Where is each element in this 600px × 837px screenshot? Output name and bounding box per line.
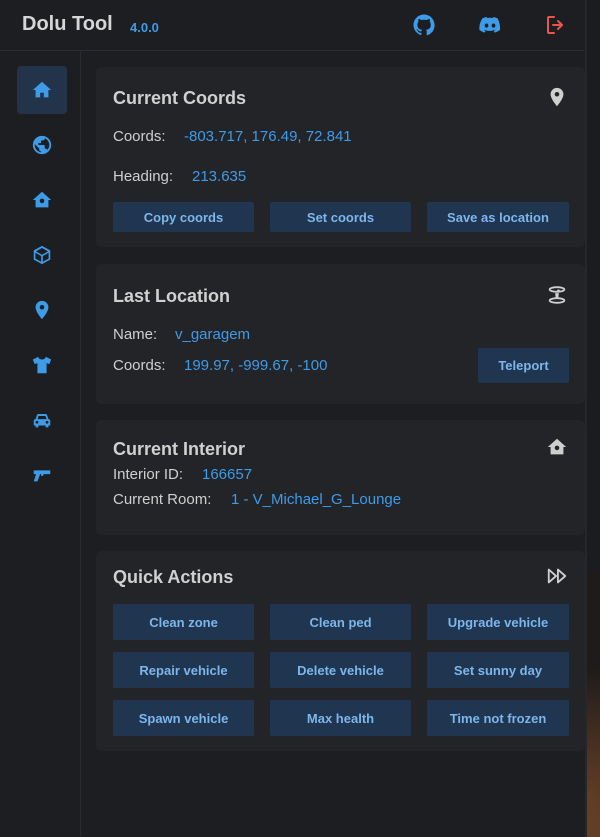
sidebar-item-world[interactable]: [17, 121, 67, 169]
house-icon: [32, 191, 52, 208]
coords-label: Coords:: [113, 128, 166, 145]
header: Dolu Tool 4.0.0: [0, 0, 585, 51]
current-coords-card: Current Coords Coords: -803.717, 176.49,…: [96, 67, 585, 247]
time-not-frozen-button[interactable]: Time not frozen: [427, 700, 569, 736]
last-location-title: Last Location: [113, 286, 231, 306]
sidebar-item-home[interactable]: [17, 66, 67, 114]
last-location-card: Last Location Name: v_garagem Coords: 19…: [96, 264, 585, 404]
location-coords-value: 199.97, -999.67, -100: [184, 357, 328, 374]
tool-window: Dolu Tool 4.0.0 Current Coords Coords: -…: [0, 0, 585, 837]
location-coords-label: Coords:: [113, 357, 166, 374]
set-sunny-day-button[interactable]: Set sunny day: [427, 652, 569, 688]
interior-id-value: 166657: [202, 466, 253, 483]
coords-value: -803.717, 176.49, 72.841: [184, 128, 352, 145]
upgrade-vehicle-button[interactable]: Upgrade vehicle: [427, 604, 569, 640]
fast-forward-icon: [547, 568, 567, 584]
spawn-vehicle-button[interactable]: Spawn vehicle: [113, 700, 254, 736]
clean-zone-button[interactable]: Clean zone: [113, 604, 254, 640]
location-name-label: Name:: [113, 326, 158, 343]
set-coords-button[interactable]: Set coords: [270, 202, 411, 232]
shirt-icon: [32, 356, 52, 374]
sidebar-item-objects[interactable]: [17, 231, 67, 279]
teleport-button[interactable]: Teleport: [478, 348, 569, 383]
discord-icon[interactable]: [478, 13, 502, 37]
sidebar-item-interiors[interactable]: [17, 176, 67, 224]
heading-value: 213.635: [192, 168, 247, 185]
gun-icon: [33, 470, 51, 482]
sidebar-item-clothing[interactable]: [17, 341, 67, 389]
sidebar-item-vehicles[interactable]: [17, 396, 67, 444]
home-icon: [32, 81, 52, 98]
github-icon[interactable]: [412, 13, 436, 37]
max-health-button[interactable]: Max health: [270, 700, 411, 736]
current-room-label: Current Room:: [113, 491, 212, 508]
current-interior-card: Current Interior Interior ID: 166657 Cur…: [96, 420, 585, 535]
copy-coords-button[interactable]: Copy coords: [113, 202, 254, 232]
delete-vehicle-button[interactable]: Delete vehicle: [270, 652, 411, 688]
teleport-icon: [548, 286, 566, 304]
quick-actions-card: Quick Actions Clean zone Clean ped Upgra…: [96, 551, 585, 751]
exit-icon[interactable]: [544, 13, 568, 37]
map-pin-icon: [35, 300, 49, 320]
quick-actions-title: Quick Actions: [113, 567, 234, 587]
sidebar-item-locations[interactable]: [17, 286, 67, 334]
save-as-location-button[interactable]: Save as location: [427, 202, 569, 232]
location-name-value: v_garagem: [175, 326, 251, 343]
cube-icon: [33, 245, 51, 265]
current-room-value: 1 - V_Michael_G_Lounge: [231, 491, 402, 508]
map-pin-icon: [550, 87, 564, 107]
current-interior-title: Current Interior: [113, 439, 246, 459]
globe-icon: [32, 135, 52, 155]
clean-ped-button[interactable]: Clean ped: [270, 604, 411, 640]
house-icon: [547, 438, 567, 455]
car-icon: [33, 414, 51, 428]
sidebar-item-weapons[interactable]: [17, 451, 67, 499]
heading-label: Heading:: [113, 168, 174, 185]
repair-vehicle-button[interactable]: Repair vehicle: [113, 652, 254, 688]
sidebar: [0, 51, 81, 837]
interior-id-label: Interior ID:: [113, 466, 184, 483]
current-coords-title: Current Coords: [113, 88, 247, 108]
app-title: Dolu Tool: [22, 13, 113, 35]
app-version: 4.0.0: [130, 20, 159, 35]
